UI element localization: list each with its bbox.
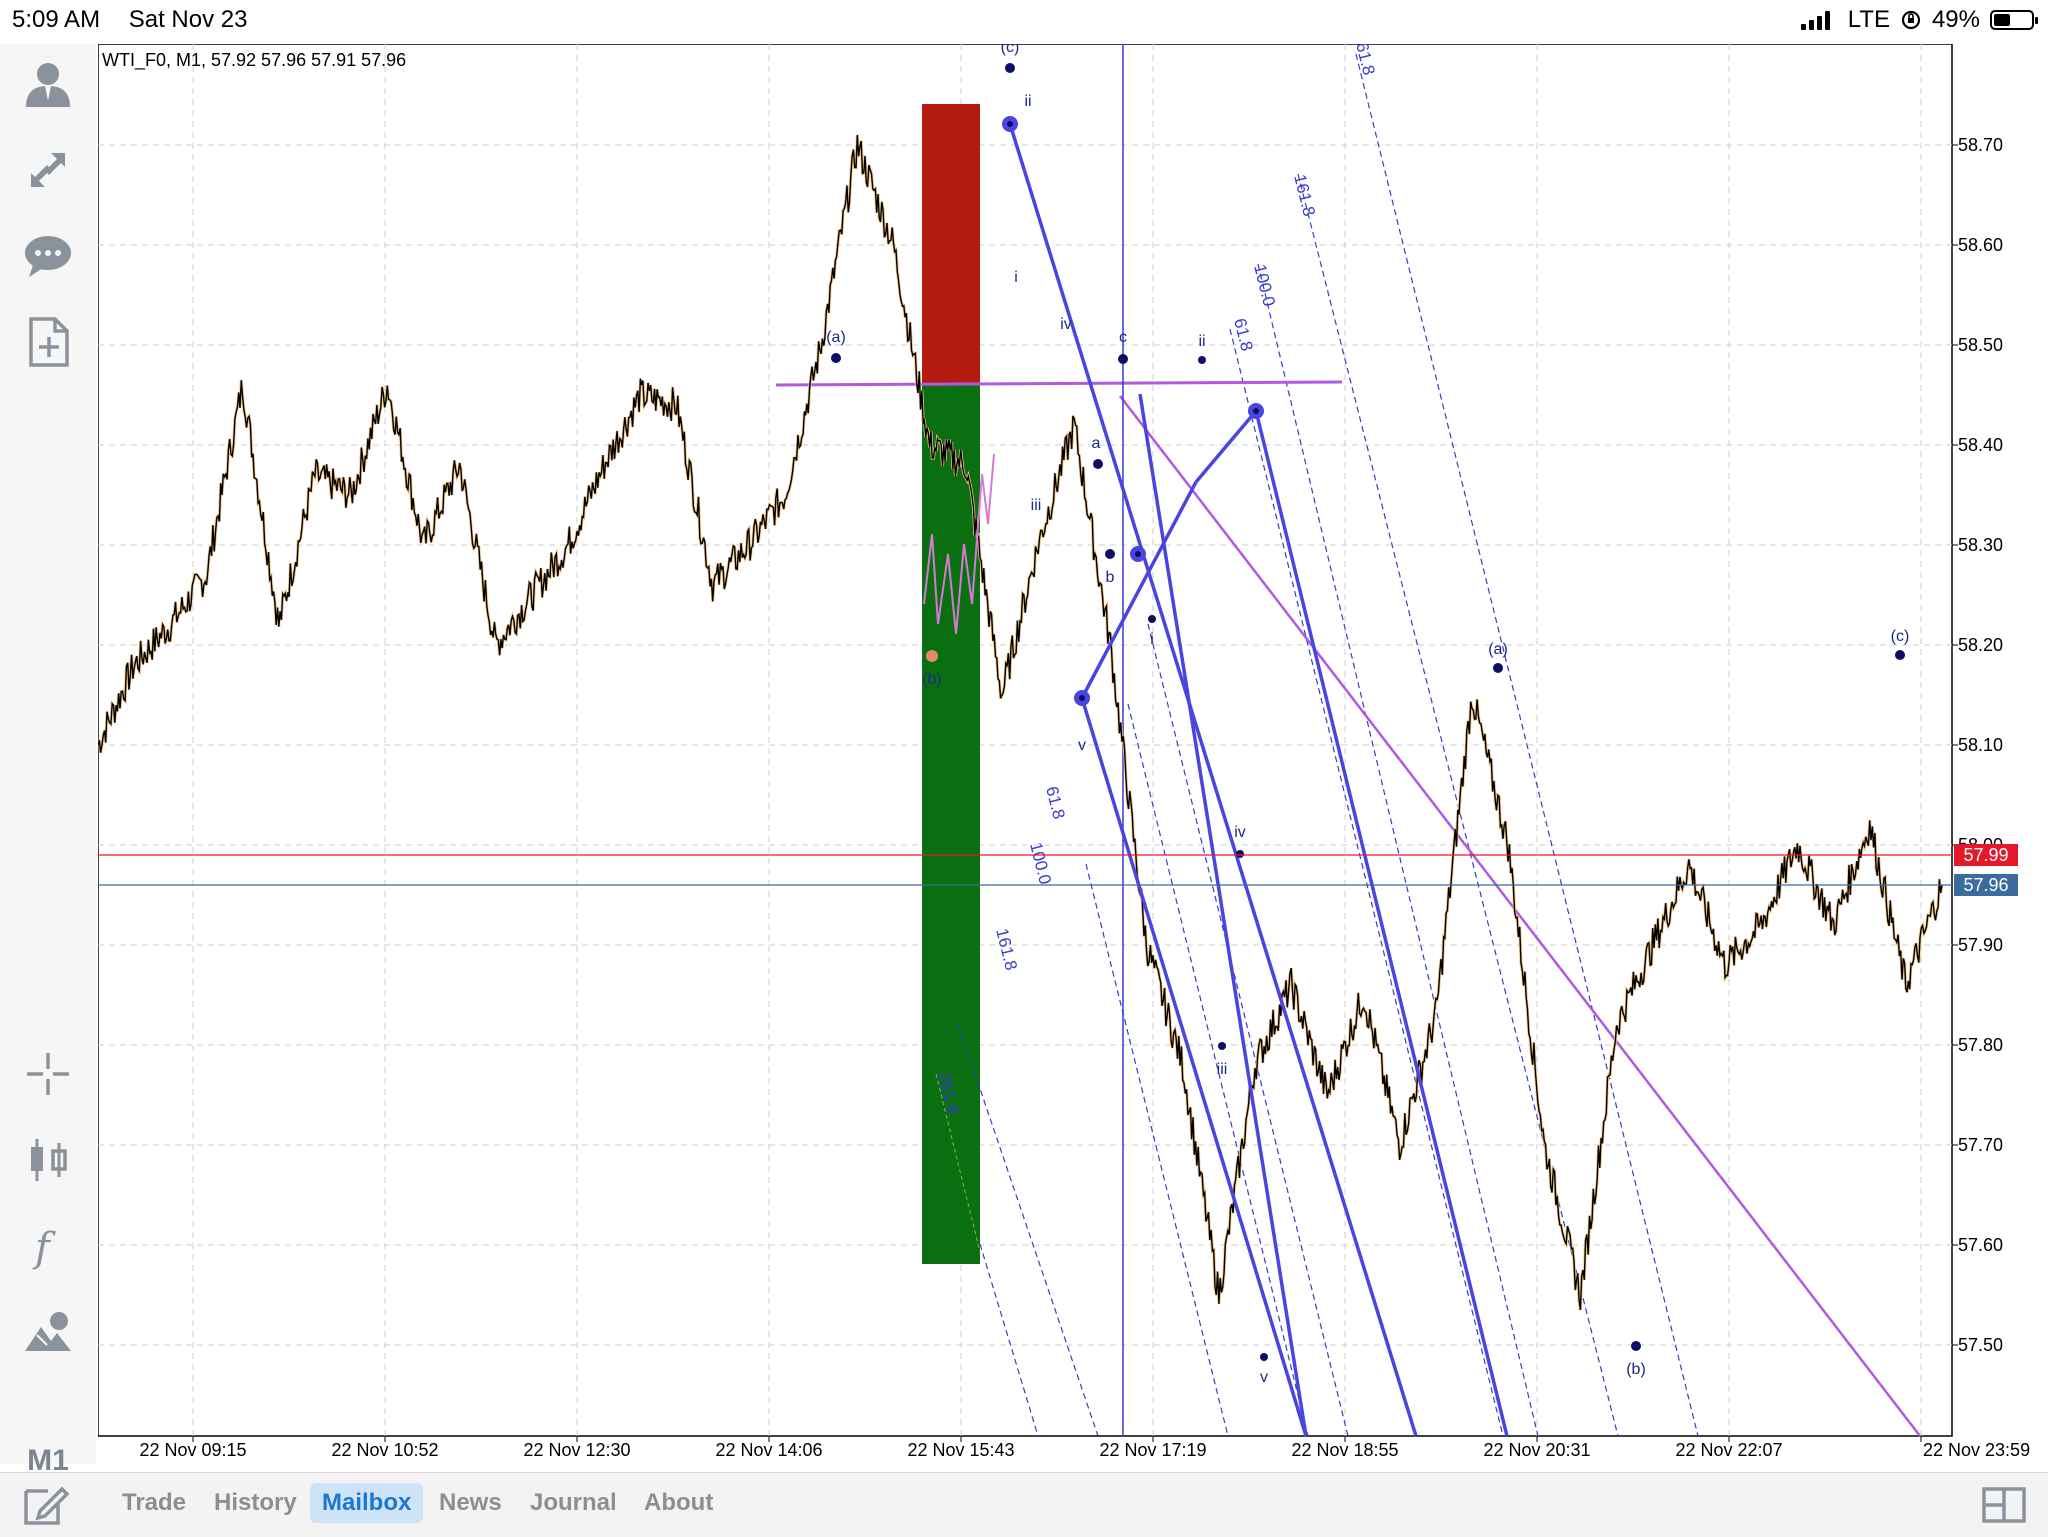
chat-icon <box>25 236 71 277</box>
time-tick-label: 22 Nov 15:43 <box>907 1440 1014 1460</box>
signal-dot <box>926 650 938 662</box>
tab-journal[interactable]: Journal <box>518 1483 629 1523</box>
price-tick-label: 58.10 <box>1958 735 2003 755</box>
price-tick-label: 57.80 <box>1958 1035 2003 1055</box>
price-tick-label: 57.60 <box>1958 1235 2003 1255</box>
wave-label: c <box>1119 329 1127 346</box>
svg-text:57.99: 57.99 <box>1963 845 2008 865</box>
wave-label: iv <box>1060 316 1072 333</box>
wave-label: (b) <box>922 671 942 688</box>
time-tick-label: 22 Nov 12:30 <box>523 1440 630 1460</box>
time-tick-label: 22 Nov 18:55 <box>1291 1440 1398 1460</box>
wave-label: ii <box>1024 93 1031 110</box>
price-tick-label: 57.90 <box>1958 935 2003 955</box>
wave-label: i <box>1150 631 1154 648</box>
network-type: LTE <box>1847 6 1890 33</box>
time-tick-label: 22 Nov 20:31 <box>1483 1440 1590 1460</box>
price-tick-label: 58.70 <box>1958 135 2003 155</box>
time-tick-label: 22 Nov 09:15 <box>139 1440 246 1460</box>
tab-about[interactable]: About <box>632 1483 725 1523</box>
wave-label: (a) <box>826 329 846 346</box>
price-tick-label: 57.70 <box>1958 1135 2003 1155</box>
left-toolbar: f M1 <box>0 44 96 1477</box>
price-tick-label: 58.60 <box>1958 235 2003 255</box>
ohlc-header: WTI_F0, M1, 57.92 57.96 57.91 57.96 <box>102 50 406 71</box>
battery-percent: 49% <box>1931 6 1980 33</box>
user-icon <box>26 63 70 107</box>
tab-trade[interactable]: Trade <box>110 1483 198 1523</box>
wave-label: (c) <box>1891 628 1910 645</box>
status-time: 5:09 AM <box>12 6 101 33</box>
battery-icon <box>1990 10 2038 30</box>
objects-icon <box>25 1312 71 1351</box>
price-tick-label: 58.30 <box>1958 535 2003 555</box>
price-tick-label: 58.50 <box>1958 335 2003 355</box>
wave-label: (b) <box>1626 1361 1646 1378</box>
objects-button[interactable] <box>18 1302 78 1362</box>
new-document-icon <box>29 317 69 367</box>
ask-price-tag: 57.99 <box>1954 844 2018 866</box>
edit-icon[interactable] <box>22 1483 70 1527</box>
crosshair-button[interactable] <box>18 1044 78 1104</box>
orientation-lock-icon <box>1901 10 1921 30</box>
wave-label: i <box>1014 269 1018 286</box>
tab-mailbox[interactable]: Mailbox <box>310 1483 424 1523</box>
wave-label: iii <box>1031 497 1042 514</box>
wave-label: v <box>1260 1369 1268 1386</box>
wave-label: iii <box>1217 1061 1228 1078</box>
tab-history[interactable]: History <box>202 1483 309 1523</box>
account-button[interactable] <box>18 54 78 114</box>
time-tick-label: 22 Nov 22:07 <box>1675 1440 1782 1460</box>
wave-label: iv <box>1234 824 1246 841</box>
time-tick-label: 22 Nov 17:19 <box>1099 1440 1206 1460</box>
chart-canvas[interactable]: (c) ii i iv iii c a b v ii i (a) (b) (a)… <box>98 44 2048 1464</box>
wave-label: (a) <box>1488 641 1508 658</box>
price-tick-label: 57.50 <box>1958 1335 2003 1355</box>
crosshair-icon <box>27 1053 69 1095</box>
chart-type-button[interactable] <box>18 1130 78 1190</box>
transfer-icon <box>31 153 65 187</box>
indicator-icon: f <box>32 1225 56 1271</box>
price-tick-label: 58.20 <box>1958 635 2003 655</box>
candlestick-icon <box>31 1139 67 1181</box>
tab-news[interactable]: News <box>427 1483 514 1523</box>
wave-label: ii <box>1198 333 1205 350</box>
chat-button[interactable] <box>18 226 78 286</box>
status-date: Sat Nov 23 <box>128 6 248 33</box>
bottom-tab-bar: Trade History Mailbox News Journal About <box>0 1472 2048 1537</box>
svg-text:f: f <box>32 1225 56 1271</box>
wave-label: v <box>1078 737 1086 754</box>
indicators-button[interactable]: f <box>18 1216 78 1276</box>
time-tick-label: 22 Nov 10:52 <box>331 1440 438 1460</box>
wave-label: a <box>1092 435 1101 452</box>
price-tick-label: 58.40 <box>1958 435 2003 455</box>
bid-price-tag: 57.96 <box>1954 874 2018 896</box>
svg-text:57.96: 57.96 <box>1963 875 2008 895</box>
transfer-button[interactable] <box>18 140 78 200</box>
new-order-button[interactable] <box>18 312 78 372</box>
time-tick-label: 22 Nov 14:06 <box>715 1440 822 1460</box>
time-tick-label: 22 Nov 23:59 <box>1923 1440 2030 1460</box>
time-axis: 22 Nov 09:15 22 Nov 10:52 22 Nov 12:30 22 N… <box>139 1436 2030 1460</box>
price-axis: 58.7058.6058.5058.4058.3058.2058.1058.00… <box>1952 135 2003 1355</box>
wave-label: b <box>1106 569 1115 586</box>
demand-zone-rect[interactable] <box>922 384 980 1264</box>
wave-label: (c) <box>1001 44 1020 56</box>
plot-area <box>98 44 1953 1437</box>
price-chart[interactable]: (c) ii i iv iii c a b v ii i (a) (b) (a)… <box>98 44 2048 1464</box>
status-bar: 5:09 AM Sat Nov 23 LTE 49% <box>0 0 2048 40</box>
layout-icon[interactable] <box>1982 1485 2026 1525</box>
cellular-signal-icon <box>1800 10 1830 30</box>
supply-zone-rect[interactable] <box>922 104 980 384</box>
